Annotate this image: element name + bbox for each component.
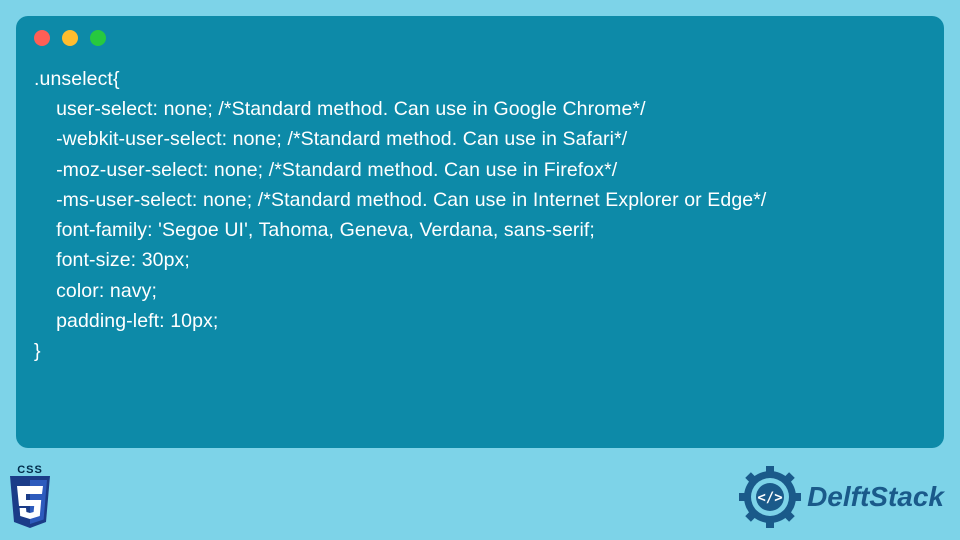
code-line: padding-left: 10px; [34, 306, 926, 336]
brand: </> DelftStack [739, 466, 944, 528]
code-window: .unselect{ user-select: none; /*Standard… [16, 16, 944, 448]
code-line: font-family: 'Segoe UI', Tahoma, Geneva,… [34, 215, 926, 245]
brand-name: DelftStack [807, 481, 944, 513]
brand-gear-icon: </> [739, 466, 801, 528]
minimize-icon [62, 30, 78, 46]
css3-badge: CSS [6, 464, 54, 530]
code-line: user-select: none; /*Standard method. Ca… [34, 94, 926, 124]
code-line: font-size: 30px; [34, 245, 926, 275]
code-line: .unselect{ [34, 64, 926, 94]
code-line: -moz-user-select: none; /*Standard metho… [34, 155, 926, 185]
close-icon [34, 30, 50, 46]
code-line: -webkit-user-select: none; /*Standard me… [34, 124, 926, 154]
maximize-icon [90, 30, 106, 46]
code-line: } [34, 336, 926, 366]
code-line: color: navy; [34, 276, 926, 306]
footer: CSS </> [4, 458, 950, 536]
window-traffic-lights [34, 30, 926, 46]
code-block: .unselect{ user-select: none; /*Standard… [34, 64, 926, 366]
css3-label: CSS [17, 464, 43, 476]
svg-text:</>: </> [757, 490, 782, 506]
css3-shield-icon [6, 476, 54, 530]
code-line: -ms-user-select: none; /*Standard method… [34, 185, 926, 215]
